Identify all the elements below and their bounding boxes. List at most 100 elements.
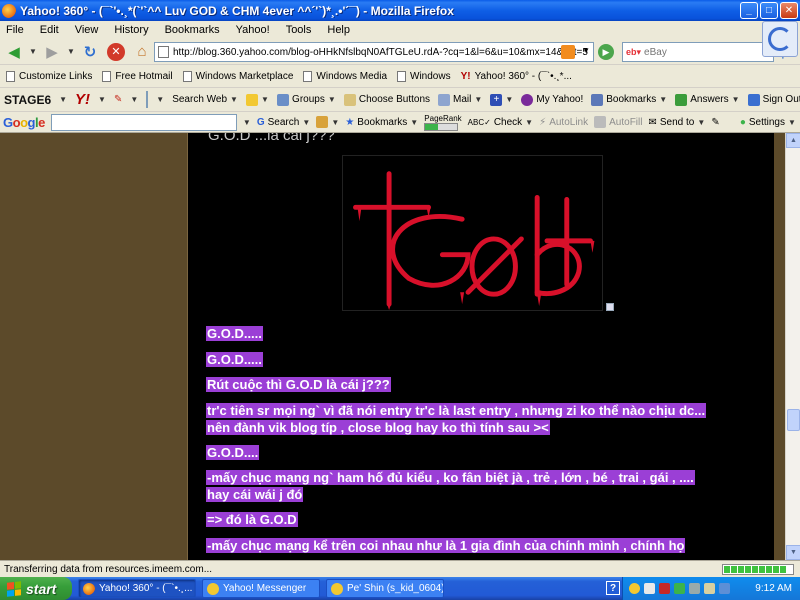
blog-post: G.O.D ...là cái j??? G.O.D..... G.O.D...… (187, 133, 774, 560)
start-button[interactable]: start (0, 577, 72, 600)
bookmarks-toolbar: Customize Links Free Hotmail Windows Mar… (0, 66, 800, 88)
yahoo-dropdown-icon[interactable]: ▼ (98, 95, 106, 104)
yahoo-bookmarks-button[interactable]: Bookmarks ▼ (591, 93, 667, 106)
image-zoom-icon[interactable] (606, 303, 614, 311)
page-icon (182, 71, 192, 82)
url-dropdown-icon[interactable]: ▼ (582, 46, 590, 55)
shield-icon[interactable] (644, 583, 655, 594)
bookmark-windows-marketplace[interactable]: Windows Marketplace (182, 71, 293, 82)
scrollbar-thumb[interactable] (787, 409, 800, 431)
maximize-button[interactable]: □ (760, 2, 778, 19)
stage6-dropdown-icon[interactable]: ▼ (59, 95, 67, 104)
pen-icon: ✎ (711, 116, 720, 128)
post-line-5: nên đành vik blog típ , close blog hay k… (206, 420, 550, 435)
my-yahoo-icon (521, 93, 534, 106)
bookmark-windows-media[interactable]: Windows Media (303, 71, 387, 82)
clock[interactable]: 9:12 AM (755, 583, 792, 594)
taskbar-item-yahoo-messenger[interactable]: Yahoo! Messenger (202, 579, 320, 598)
highlight-button[interactable]: ▼ (246, 93, 269, 106)
minimize-button[interactable]: _ (740, 2, 758, 19)
menu-file[interactable]: File (4, 24, 26, 36)
post-line-9: => đó là G.O.D (206, 512, 298, 527)
network-icon[interactable] (674, 583, 685, 594)
answers-button[interactable]: Answers ▼ (675, 93, 740, 106)
go-button[interactable]: ▶ (598, 44, 614, 60)
ebay-engine-icon[interactable]: eb▾ (623, 47, 644, 58)
autofill-icon (594, 116, 607, 128)
google-extras-button[interactable]: ▼ (316, 116, 339, 128)
pencil-icon[interactable]: ✎ (114, 94, 122, 105)
groups-icon (277, 93, 290, 106)
close-button[interactable]: ✕ (780, 2, 798, 19)
yahoo-search-input[interactable] (146, 91, 149, 108)
settings-button[interactable]: ● Settings ▼ (740, 117, 796, 128)
search-input[interactable] (644, 46, 755, 58)
forward-history-dropdown-icon[interactable]: ▼ (67, 47, 75, 56)
bookmark-customize-links[interactable]: Customize Links (6, 71, 92, 82)
security-icon[interactable] (659, 583, 670, 594)
vertical-scrollbar[interactable]: ▲ ▼ (785, 133, 800, 560)
post-line-10: -mấy chục mạng kể trên coi nhau như là 1… (206, 538, 686, 553)
windows-logo-icon (7, 580, 21, 597)
page-content[interactable]: G.O.D ...là cái j??? G.O.D..... G.O.D...… (0, 133, 785, 560)
sign-out-button[interactable]: Sign Out (747, 93, 800, 106)
scroll-down-arrow-icon[interactable]: ▼ (786, 545, 800, 560)
scroll-up-arrow-icon[interactable]: ▲ (786, 133, 800, 148)
messenger-tray-icon[interactable] (629, 583, 640, 594)
forward-button[interactable]: ▶ (41, 41, 63, 63)
google-bookmarks-button[interactable]: ★ Bookmarks ▼ (345, 117, 418, 128)
highlight-pen-button[interactable]: ✎ (711, 117, 719, 128)
taskbar-item-firefox[interactable]: Yahoo! 360° - (¯`•.¸... (78, 579, 196, 598)
stop-button[interactable]: ✕ (107, 42, 125, 61)
menu-history[interactable]: History (112, 24, 150, 36)
add-button[interactable]: + ▼ (490, 93, 513, 106)
pagerank-indicator[interactable]: PageRank (424, 114, 462, 131)
reload-button[interactable]: ↻ (79, 41, 101, 63)
pagerank-bar (424, 122, 459, 131)
back-button[interactable]: ◀ (3, 41, 25, 63)
bookmark-free-hotmail[interactable]: Free Hotmail (102, 71, 173, 82)
google-search-button[interactable]: G Search ▼ (257, 117, 310, 128)
url-bar[interactable]: http://blog.360.yahoo.com/blog-oHHkNfslb… (154, 42, 594, 62)
menu-yahoo[interactable]: Yahoo! (234, 24, 272, 36)
rss-feed-icon[interactable] (561, 45, 575, 59)
google-toolbar: Google ▼ G Search ▼ ▼ ★ Bookmarks ▼ PageRank… (0, 112, 800, 133)
page-icon (158, 46, 169, 58)
pencil-dropdown-icon[interactable]: ▼ (130, 95, 138, 104)
volume-icon[interactable] (689, 583, 700, 594)
popup-blocker-icon (316, 116, 329, 128)
groups-button[interactable]: Groups ▼ (277, 93, 336, 106)
menu-view[interactable]: View (73, 24, 101, 36)
yahoo-search-dropdown-icon[interactable]: ▼ (156, 95, 164, 104)
back-history-dropdown-icon[interactable]: ▼ (29, 47, 37, 56)
mail-button[interactable]: Mail ▼ (438, 93, 482, 106)
send-to-button[interactable]: ✉ Send to ▼ (648, 117, 705, 128)
chat-tray-icon[interactable] (704, 583, 715, 594)
my-yahoo-button[interactable]: My Yahoo! (521, 93, 583, 106)
settings-icon: ● (739, 116, 746, 128)
yahoo-logo[interactable]: Y! (75, 91, 90, 108)
google-search-dropdown-icon[interactable]: ▼ (243, 118, 251, 127)
autofill-button[interactable]: AutoFill (594, 116, 642, 128)
check-button[interactable]: ABC✓ Check ▼ (468, 117, 534, 128)
star-icon: ★ (345, 116, 355, 128)
update-icon[interactable] (719, 583, 730, 594)
menu-bookmarks[interactable]: Bookmarks (163, 24, 222, 36)
bookmark-windows[interactable]: Windows (397, 71, 451, 82)
search-web-button[interactable]: Search Web ▼ (172, 94, 238, 105)
stage6-logo[interactable]: STAGE6 (4, 93, 51, 107)
bookmark-yahoo-360[interactable]: Y! Yahoo! 360° - (¯`•.¸*... (461, 71, 572, 82)
menu-help[interactable]: Help (325, 24, 352, 36)
post-line-3: Rút cuộc thì G.O.D là cái j??? (206, 377, 391, 392)
google-search-input[interactable] (50, 113, 237, 131)
throbber-icon[interactable] (762, 21, 798, 57)
autolink-button[interactable]: ⚡ AutoLink (539, 117, 588, 128)
home-button[interactable]: ⌂ (131, 41, 153, 63)
help-icon[interactable]: ? (606, 581, 620, 595)
menu-tools[interactable]: Tools (284, 24, 314, 36)
choose-buttons-button[interactable]: Choose Buttons (343, 93, 430, 106)
taskbar-item-chat[interactable]: Pe' Shin (s_kid_0604)... (326, 579, 444, 598)
window-titlebar[interactable]: Yahoo! 360° - (¯`'•.¸*(`'`^^ Luv GOD & C… (0, 0, 800, 21)
google-logo[interactable]: Google (3, 115, 45, 130)
menu-edit[interactable]: Edit (38, 24, 61, 36)
